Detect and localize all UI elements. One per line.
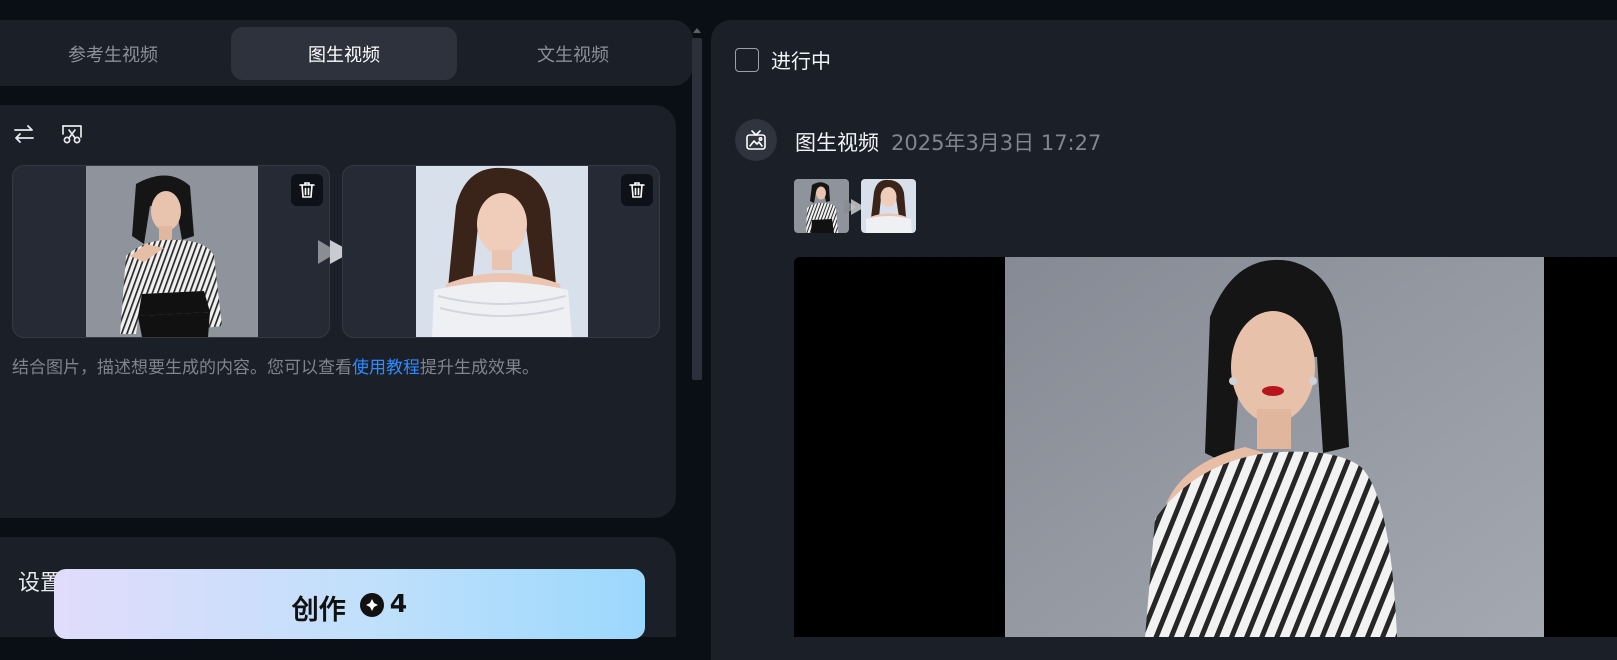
scroll-up-arrow[interactable] — [693, 28, 701, 33]
swap-icon[interactable] — [12, 122, 36, 146]
left-scrollbar-thumb[interactable] — [692, 38, 702, 380]
last-frame-image — [416, 166, 588, 337]
create-button-label: 创作 — [291, 595, 346, 626]
tab-text-to-video[interactable]: 文生视频 — [460, 27, 686, 80]
last-frame-card[interactable] — [342, 165, 660, 338]
tab-reference-to-video[interactable]: 参考生视频 — [0, 27, 226, 80]
first-frame-card[interactable] — [12, 165, 330, 338]
prompt-input[interactable]: 结合图片，描述想要生成的内容。您可以查看使用教程提升生成效果。 — [12, 355, 662, 381]
task-last-frame-thumbnail[interactable] — [861, 179, 916, 233]
tab-image-to-video[interactable]: 图生视频 — [231, 27, 457, 80]
trash-icon — [629, 182, 645, 198]
delete-first-frame-button[interactable] — [291, 174, 323, 206]
trash-icon — [299, 182, 315, 198]
task-timestamp: 2025年3月3日 17:27 — [891, 131, 1102, 155]
generated-video-player[interactable] — [794, 257, 1617, 637]
create-button[interactable]: 创作 4 — [54, 569, 645, 639]
delete-last-frame-button[interactable] — [621, 174, 653, 206]
tv-icon — [735, 119, 777, 161]
video-frame-image — [1005, 257, 1544, 637]
create-cost: 4 — [389, 589, 408, 618]
in-progress-label[interactable]: 进行中 — [771, 45, 831, 74]
task-first-frame-thumbnail[interactable] — [794, 179, 849, 233]
prompt-placeholder: 结合图片，描述想要生成的内容。您可以查看 — [12, 358, 352, 378]
mode-tabbar: 参考生视频 图生视频 文生视频 — [0, 20, 693, 86]
crop-icon[interactable] — [60, 122, 84, 146]
prompt-placeholder-tail: 提升生成效果。 — [420, 358, 539, 378]
in-progress-checkbox[interactable] — [735, 48, 759, 72]
tutorial-link[interactable]: 使用教程 — [352, 358, 420, 378]
task-type-label: 图生视频 — [795, 131, 879, 155]
credit-icon — [359, 593, 384, 617]
first-frame-image — [86, 166, 258, 337]
